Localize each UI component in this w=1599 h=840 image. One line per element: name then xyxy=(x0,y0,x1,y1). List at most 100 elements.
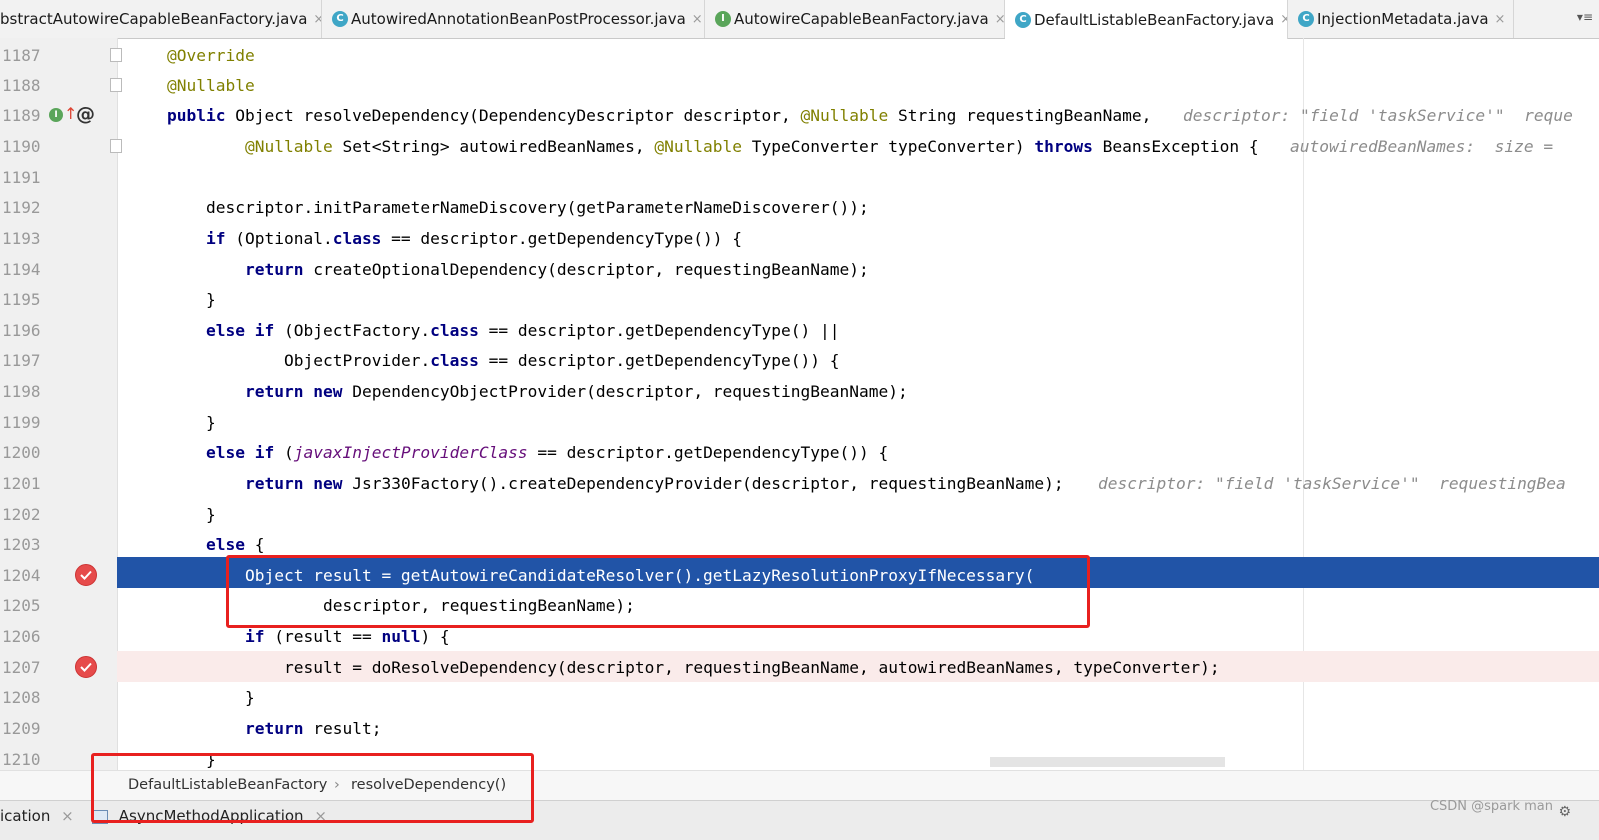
code-text: else if (javaxInjectProviderClass == des… xyxy=(206,443,889,462)
line-number: 1191 xyxy=(2,168,41,187)
line-number: 1192 xyxy=(2,198,41,217)
line-number: 1204 xyxy=(2,566,41,585)
line-number: 1196 xyxy=(2,321,41,340)
overrides-method-icon[interactable]: I xyxy=(49,108,63,122)
line-number: 1205 xyxy=(2,596,41,615)
gear-icon[interactable]: ⚙ xyxy=(1558,804,1571,820)
inline-debug-hint: descriptor: "field 'taskService'" reques… xyxy=(1098,474,1566,493)
code-line[interactable]: 1194 return createOptionalDependency(des… xyxy=(0,254,1599,285)
line-number: 1202 xyxy=(2,505,41,524)
code-text: else if (ObjectFactory.class == descript… xyxy=(206,321,840,340)
code-line[interactable]: 1196 else if (ObjectFactory.class == des… xyxy=(0,315,1599,346)
code-text: ObjectProvider.class == descriptor.getDe… xyxy=(284,351,840,370)
run-tab[interactable]: ication × xyxy=(0,807,74,825)
tab-abstract-autowire-capable-bean-factory[interactable]: bstractAutowireCapableBeanFactory.java × xyxy=(0,0,322,38)
code-line[interactable]: 1209 return result; xyxy=(0,713,1599,744)
line-number: 1195 xyxy=(2,290,41,309)
annotation-box-lazy-proxy xyxy=(226,555,1090,628)
run-tab-label: ication xyxy=(0,807,51,825)
code-text: descriptor.initParameterNameDiscovery(ge… xyxy=(206,198,869,217)
line-number: 1193 xyxy=(2,229,41,248)
line-number: 1194 xyxy=(2,260,41,279)
tab-autowired-annotation-bean-post-processor[interactable]: C AutowiredAnnotationBeanPostProcessor.j… xyxy=(322,0,705,38)
close-icon[interactable]: × xyxy=(1495,12,1506,27)
tab-label: bstractAutowireCapableBeanFactory.java xyxy=(0,10,308,28)
close-icon[interactable]: × xyxy=(61,807,74,825)
line-number: 1199 xyxy=(2,413,41,432)
line-number: 1207 xyxy=(2,658,41,677)
line-number: 1208 xyxy=(2,688,41,707)
annotation-box-breadcrumb xyxy=(91,753,534,823)
code-line[interactable]: 1199 } xyxy=(0,407,1599,438)
tab-label: AutowireCapableBeanFactory.java xyxy=(734,10,989,28)
code-text: @Override xyxy=(167,46,255,65)
inline-debug-hint: descriptor: "field 'taskService'" reque xyxy=(1183,106,1573,125)
code-editor[interactable]: 1187 @Override 1188 @Nullable 1189 I ↑ @… xyxy=(0,38,1599,770)
inline-debug-hint: autowiredBeanNames: size = xyxy=(1290,137,1554,156)
line-number: 1197 xyxy=(2,351,41,370)
close-icon[interactable]: × xyxy=(313,12,321,27)
line-number: 1189 xyxy=(2,106,41,125)
line-number: 1203 xyxy=(2,535,41,554)
fold-marker-icon[interactable] xyxy=(110,48,122,62)
code-line[interactable]: 1195 } xyxy=(0,284,1599,315)
line-number: 1190 xyxy=(2,137,41,156)
code-text: public Object resolveDependency(Dependen… xyxy=(167,106,1152,125)
breakpoint-icon[interactable] xyxy=(75,564,97,586)
code-line[interactable]: 1201 return new Jsr330Factory().createDe… xyxy=(0,468,1599,499)
code-line[interactable]: 1187 @Override xyxy=(0,40,1599,71)
code-text: @Nullable Set<String> autowiredBeanNames… xyxy=(245,137,1259,156)
class-icon: C xyxy=(332,11,348,27)
code-line[interactable]: 1191 xyxy=(0,162,1599,193)
code-line[interactable]: 1193 if (Optional.class == descriptor.ge… xyxy=(0,223,1599,254)
tab-label: AutowiredAnnotationBeanPostProcessor.jav… xyxy=(351,10,686,28)
code-line[interactable]: 1202 } xyxy=(0,499,1599,530)
fold-marker-icon[interactable] xyxy=(110,78,122,92)
code-text: @Nullable xyxy=(167,76,255,95)
code-text: } xyxy=(206,290,216,309)
tab-default-listable-bean-factory[interactable]: C DefaultListableBeanFactory.java × xyxy=(1005,0,1288,39)
code-line[interactable]: 1207 result = doResolveDependency(descri… xyxy=(0,652,1599,683)
code-line[interactable]: 1197 ObjectProvider.class == descriptor.… xyxy=(0,345,1599,376)
close-icon[interactable]: × xyxy=(1280,12,1287,27)
line-number: 1188 xyxy=(2,76,41,95)
horizontal-scrollbar[interactable] xyxy=(990,757,1225,767)
tab-label: DefaultListableBeanFactory.java xyxy=(1034,10,1275,29)
code-line[interactable]: 1192 descriptor.initParameterNameDiscove… xyxy=(0,192,1599,223)
code-line[interactable]: 1208 } xyxy=(0,682,1599,713)
at-annotation-icon[interactable]: @ xyxy=(76,102,95,126)
class-icon: C xyxy=(1015,11,1031,28)
code-text: return new DependencyObjectProvider(desc… xyxy=(245,382,908,401)
line-number: 1201 xyxy=(2,474,41,493)
tab-label: InjectionMetadata.java xyxy=(1317,10,1489,28)
code-line[interactable]: 1190 @Nullable Set<String> autowiredBean… xyxy=(0,131,1599,162)
code-line[interactable]: 1188 @Nullable xyxy=(0,70,1599,101)
close-icon[interactable]: × xyxy=(995,12,1004,27)
interface-icon: I xyxy=(715,11,731,27)
class-icon: C xyxy=(1298,11,1314,27)
code-text: } xyxy=(206,505,216,524)
breakpoint-icon[interactable] xyxy=(75,656,97,678)
line-number: 1206 xyxy=(2,627,41,646)
code-text: result = doResolveDependency(descriptor,… xyxy=(284,658,1220,677)
code-text: return createOptionalDependency(descript… xyxy=(245,260,869,279)
line-number: 1209 xyxy=(2,719,41,738)
tab-list-menu-icon[interactable]: ▾≡ xyxy=(1577,10,1593,24)
code-text: } xyxy=(206,413,216,432)
code-line[interactable]: 1189 I ↑ @ public Object resolveDependen… xyxy=(0,100,1599,131)
line-number: 1187 xyxy=(2,46,41,65)
code-text: } xyxy=(245,688,255,707)
code-line[interactable]: 1198 return new DependencyObjectProvider… xyxy=(0,376,1599,407)
close-icon[interactable]: × xyxy=(692,12,703,27)
line-number: 1200 xyxy=(2,443,41,462)
watermark: CSDN @spark man xyxy=(1429,799,1553,814)
editor-tab-bar: bstractAutowireCapableBeanFactory.java ×… xyxy=(0,0,1599,39)
fold-marker-icon[interactable] xyxy=(110,139,122,153)
code-text: return result; xyxy=(245,719,382,738)
code-line[interactable]: 1200 else if (javaxInjectProviderClass =… xyxy=(0,437,1599,468)
tab-injection-metadata[interactable]: C InjectionMetadata.java × xyxy=(1288,0,1514,38)
code-text: return new Jsr330Factory().createDepende… xyxy=(245,474,1064,493)
code-text: if (Optional.class == descriptor.getDepe… xyxy=(206,229,743,248)
line-number: 1198 xyxy=(2,382,41,401)
tab-autowire-capable-bean-factory[interactable]: I AutowireCapableBeanFactory.java × xyxy=(705,0,1005,38)
